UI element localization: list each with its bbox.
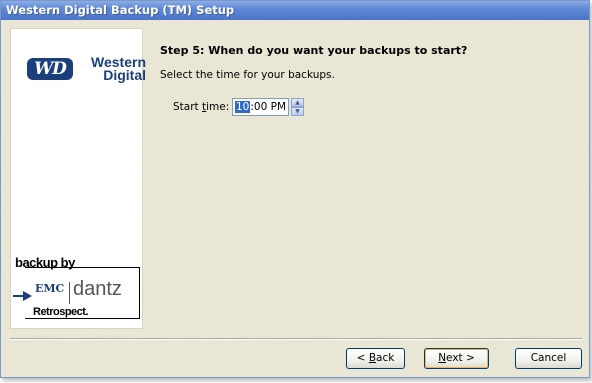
dantz-logo-text: dantz — [73, 278, 122, 300]
wd-brand-text: Western Digital — [76, 55, 146, 83]
backup-by-logo: backup by EMC dantz Retrospect. — [13, 255, 141, 325]
sidebar-panel: WD Western Digital backup by EMC dantz R… — [10, 28, 146, 329]
button-divider — [10, 338, 582, 340]
arrow-right-icon — [23, 291, 32, 301]
start-time-label: Start time: — [173, 101, 230, 113]
cancel-button[interactable]: Cancel — [515, 348, 582, 369]
back-button[interactable]: < Back — [346, 348, 405, 369]
spin-down-icon[interactable]: ▼ — [291, 107, 304, 116]
logo-separator — [69, 282, 70, 304]
time-spinner[interactable]: ▲ ▼ — [291, 98, 304, 116]
retrospect-logo-text: Retrospect. — [31, 306, 91, 318]
window-title: Western Digital Backup (TM) Setup — [6, 3, 235, 17]
setup-window: Western Digital Backup (TM) Setup WD Wes… — [0, 0, 590, 378]
western-digital-logo: WD Western Digital — [27, 55, 146, 88]
time-hour-field[interactable]: 10 — [235, 101, 251, 113]
emc-logo-text: EMC — [35, 282, 65, 295]
wd-badge-logo: WD — [27, 58, 73, 80]
title-bar: Western Digital Backup (TM) Setup — [1, 1, 589, 20]
step-title: Step 5: When do you want your backups to… — [160, 44, 468, 57]
step-description: Select the time for your backups. — [160, 69, 335, 81]
emc-dantz-frame: EMC dantz Retrospect. — [13, 267, 140, 319]
wd-brand-line2: Digital — [103, 67, 146, 83]
spin-up-icon[interactable]: ▲ — [291, 98, 304, 107]
time-rest-field[interactable]: :00 PM — [250, 101, 286, 113]
start-time-input[interactable]: 10:00 PM — [232, 98, 289, 116]
next-button[interactable]: Next > — [424, 348, 489, 369]
